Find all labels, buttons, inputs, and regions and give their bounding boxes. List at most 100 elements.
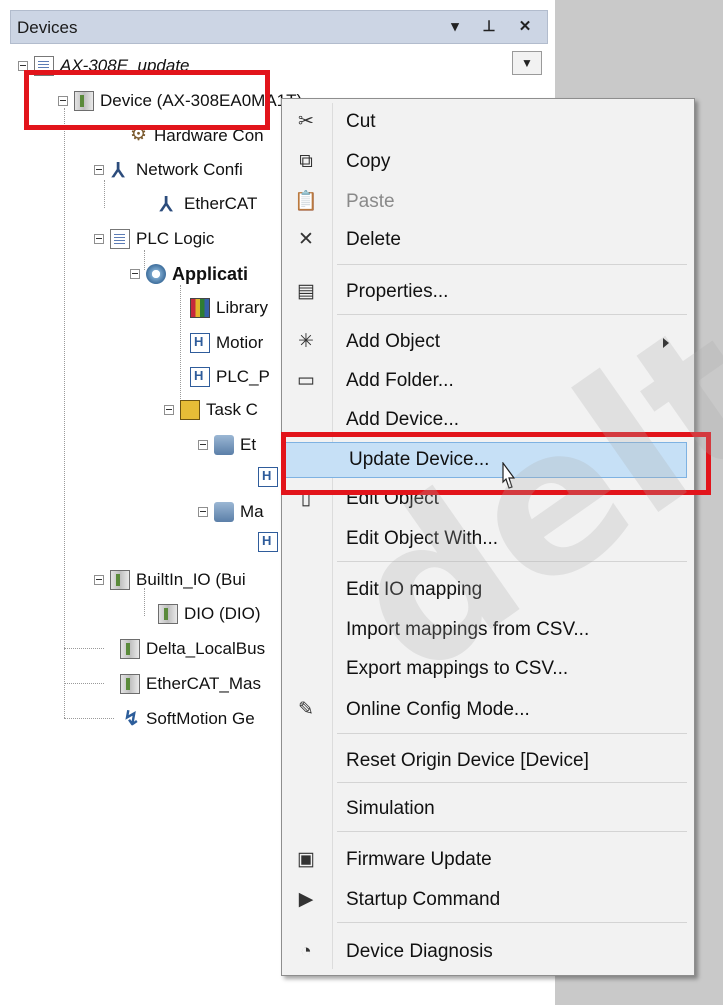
tree-node-builtin-io[interactable]: BuiltIn_IO (Bui xyxy=(94,568,246,592)
tree-node-plc-prg[interactable]: PLC_P xyxy=(190,365,270,389)
delete-icon: ✕ xyxy=(298,229,314,250)
menu-item-label: Delete xyxy=(346,229,401,250)
task-icon xyxy=(214,502,234,522)
startup-command-icon: ▶ xyxy=(298,889,314,910)
menu-item-properties[interactable]: ▤ Properties... xyxy=(283,274,689,310)
collapse-icon[interactable] xyxy=(94,165,104,175)
tree-node-label: BuiltIn_IO (Bui xyxy=(136,570,246,589)
pin-icon[interactable]: ⊥ xyxy=(478,16,500,38)
tree-node-task[interactable]: Task C xyxy=(164,398,258,422)
update-device-annotation-box xyxy=(281,432,711,495)
device-icon xyxy=(120,639,140,659)
device-icon xyxy=(158,604,178,624)
online-config-icon: ✎ xyxy=(298,699,314,720)
application-icon xyxy=(146,264,166,284)
menu-item-import-mappings-from-csv[interactable]: Import mappings from CSV... xyxy=(283,612,689,648)
tree-node-motion[interactable]: Motior xyxy=(190,331,263,355)
menu-item-startup-command[interactable]: ▶ Startup Command xyxy=(283,882,689,918)
pou-icon xyxy=(190,333,210,353)
menu-item-label: Firmware Update xyxy=(346,849,492,870)
tree-node-softmotion[interactable]: SoftMotion Ge xyxy=(120,706,255,731)
collapse-icon[interactable] xyxy=(198,440,208,450)
menu-item-label: Export mappings to CSV... xyxy=(346,658,569,679)
tree-line xyxy=(64,108,65,718)
tree-node-label: Applicati xyxy=(172,263,249,284)
softmotion-icon xyxy=(120,706,140,731)
menu-item-label: Online Config Mode... xyxy=(346,699,530,720)
menu-item-edit-io-mapping[interactable]: Edit IO mapping xyxy=(283,572,689,608)
collapse-icon[interactable] xyxy=(130,269,140,279)
mouse-cursor-icon xyxy=(502,462,516,489)
menu-item-reset-origin-device-device[interactable]: Reset Origin Device [Device] xyxy=(283,743,689,779)
firmware-icon: ▣ xyxy=(297,849,315,870)
menu-item-label: Import mappings from CSV... xyxy=(346,619,590,640)
tree-node-ethercat-master[interactable]: EtherCAT_Mas xyxy=(120,672,261,696)
plc-logic-icon xyxy=(110,229,130,249)
library-icon xyxy=(190,298,210,318)
tree-node-task-main[interactable]: Ma xyxy=(198,500,264,524)
network-icon xyxy=(110,158,130,183)
menu-item-firmware-update[interactable]: ▣ Firmware Update xyxy=(283,842,689,878)
device-annotation-box xyxy=(24,70,270,130)
close-icon[interactable]: ✕ xyxy=(514,16,536,38)
menu-item-label: Add Folder... xyxy=(346,370,454,391)
menu-item-label: Reset Origin Device [Device] xyxy=(346,750,589,771)
menu-item-simulation[interactable]: Simulation xyxy=(283,791,689,827)
tree-node-label: Network Confi xyxy=(136,160,243,179)
project-dropdown-button[interactable]: ▼ xyxy=(512,51,542,75)
tree-node-label: EtherCAT_Mas xyxy=(146,674,261,693)
tree-node-label: DIO (DIO) xyxy=(184,604,261,623)
menu-separator xyxy=(337,782,687,783)
menu-separator xyxy=(337,314,687,315)
tree-node-ethercat[interactable]: EtherCAT xyxy=(158,192,257,217)
tree-node-plc-logic[interactable]: PLC Logic xyxy=(94,227,214,251)
menu-item-device-diagnosis[interactable]: ◔ Device Diagnosis xyxy=(283,934,689,970)
menu-item-add-folder[interactable]: ▭ Add Folder... xyxy=(283,363,689,399)
menu-item-cut[interactable]: ✂ Cut xyxy=(283,104,689,140)
tree-node-network[interactable]: Network Confi xyxy=(94,158,243,183)
menu-item-label: Properties... xyxy=(346,281,449,302)
add-object-icon: ✳ xyxy=(298,331,314,352)
tree-node-library[interactable]: Library xyxy=(190,296,268,320)
tree-line xyxy=(144,588,145,616)
menu-item-label: Simulation xyxy=(346,798,435,819)
menu-separator xyxy=(337,264,687,265)
menu-item-delete[interactable]: ✕ Delete xyxy=(283,222,689,258)
menu-item-online-config-mode[interactable]: ✎ Online Config Mode... xyxy=(283,692,689,728)
tree-node-application[interactable]: Applicati xyxy=(130,262,248,286)
menu-item-label: Startup Command xyxy=(346,889,501,910)
collapse-icon[interactable] xyxy=(198,507,208,517)
properties-icon: ▤ xyxy=(297,281,315,302)
menu-item-export-mappings-to-csv[interactable]: Export mappings to CSV... xyxy=(283,651,689,687)
menu-item-label: Copy xyxy=(346,151,391,172)
device-icon xyxy=(110,570,130,590)
menu-item-add-object[interactable]: ✳ Add Object xyxy=(283,324,689,360)
menu-item-label: Paste xyxy=(346,191,395,212)
tree-line xyxy=(180,285,181,409)
tree-line xyxy=(64,718,114,719)
collapse-icon[interactable] xyxy=(164,405,174,415)
ethercat-icon xyxy=(158,192,178,217)
folder-icon: ▭ xyxy=(297,370,315,391)
tree-node-label: Library xyxy=(216,298,268,317)
collapse-icon[interactable] xyxy=(94,575,104,585)
menu-separator xyxy=(337,733,687,734)
pou-icon xyxy=(258,467,278,487)
menu-item-label: Add Device... xyxy=(346,409,459,430)
chevron-down-icon[interactable]: ▾ xyxy=(444,16,466,38)
tree-node-localbus[interactable]: Delta_LocalBus xyxy=(120,637,265,661)
menu-item-label: Edit IO mapping xyxy=(346,579,483,600)
menu-item-paste[interactable]: 📋 Paste xyxy=(283,184,689,220)
tree-node-dio[interactable]: DIO (DIO) xyxy=(158,602,261,626)
task-icon xyxy=(214,435,234,455)
tree-line xyxy=(64,648,104,649)
tree-node-label: Task C xyxy=(206,400,258,419)
pane-title: Devices xyxy=(17,18,78,37)
collapse-icon[interactable] xyxy=(94,234,104,244)
tree-node-label: Et xyxy=(240,435,257,454)
task-config-icon xyxy=(180,400,200,420)
pane-titlebar: Devices ▾ ⊥ ✕ xyxy=(10,10,548,44)
tree-node-task-ethercat[interactable]: Et xyxy=(198,433,256,457)
menu-item-edit-object-with[interactable]: Edit Object With... xyxy=(283,521,689,557)
menu-item-copy[interactable]: ⧉ Copy xyxy=(283,144,689,180)
